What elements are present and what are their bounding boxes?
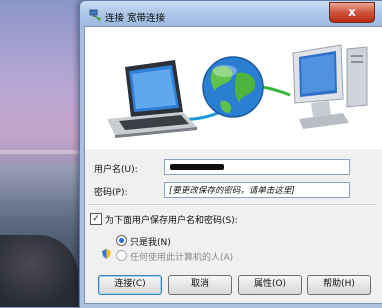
window-title: 连接 宽带连接 [105,13,166,24]
shield-icon [102,249,111,259]
separator [88,204,375,206]
radio-selected-dot [119,238,124,243]
desktop-horizon [0,150,82,154]
redacted-username [170,164,224,170]
help-button[interactable]: 帮助(H) [307,275,371,295]
connection-banner [85,27,382,149]
cancel-button[interactable]: 取消 [168,275,232,295]
network-title-icon [89,9,101,21]
globe-icon [202,56,264,118]
anyone-radio[interactable] [116,250,127,261]
save-credentials-checkbox[interactable]: ✓ [90,213,102,225]
username-label: 用户名(U): [94,165,138,175]
connect-button[interactable]: 连接(C) [98,275,162,295]
properties-button[interactable]: 属性(O) [238,275,302,295]
title-bar[interactable]: 连接 宽带连接 x [80,1,382,27]
only-me-radio[interactable] [116,235,127,246]
connect-dialog: 连接 宽带连接 x 用户名(U): 密码(P): [要更改保存的密码，请单击这里… [79,0,382,308]
close-icon: x [348,5,356,19]
desktop-rock [0,235,78,307]
monitor-icon [292,44,368,129]
only-me-label: 只是我(N) [130,238,171,248]
password-field[interactable] [164,182,350,198]
save-credentials-label: 为下面用户保存用户名和密码(S): [105,216,238,226]
close-button[interactable]: x [329,2,375,23]
password-label: 密码(P): [94,188,128,198]
anyone-label: 任何使用此计算机的人(A) [130,253,234,263]
laptop-icon [107,60,197,138]
connection-illustration [107,44,368,138]
